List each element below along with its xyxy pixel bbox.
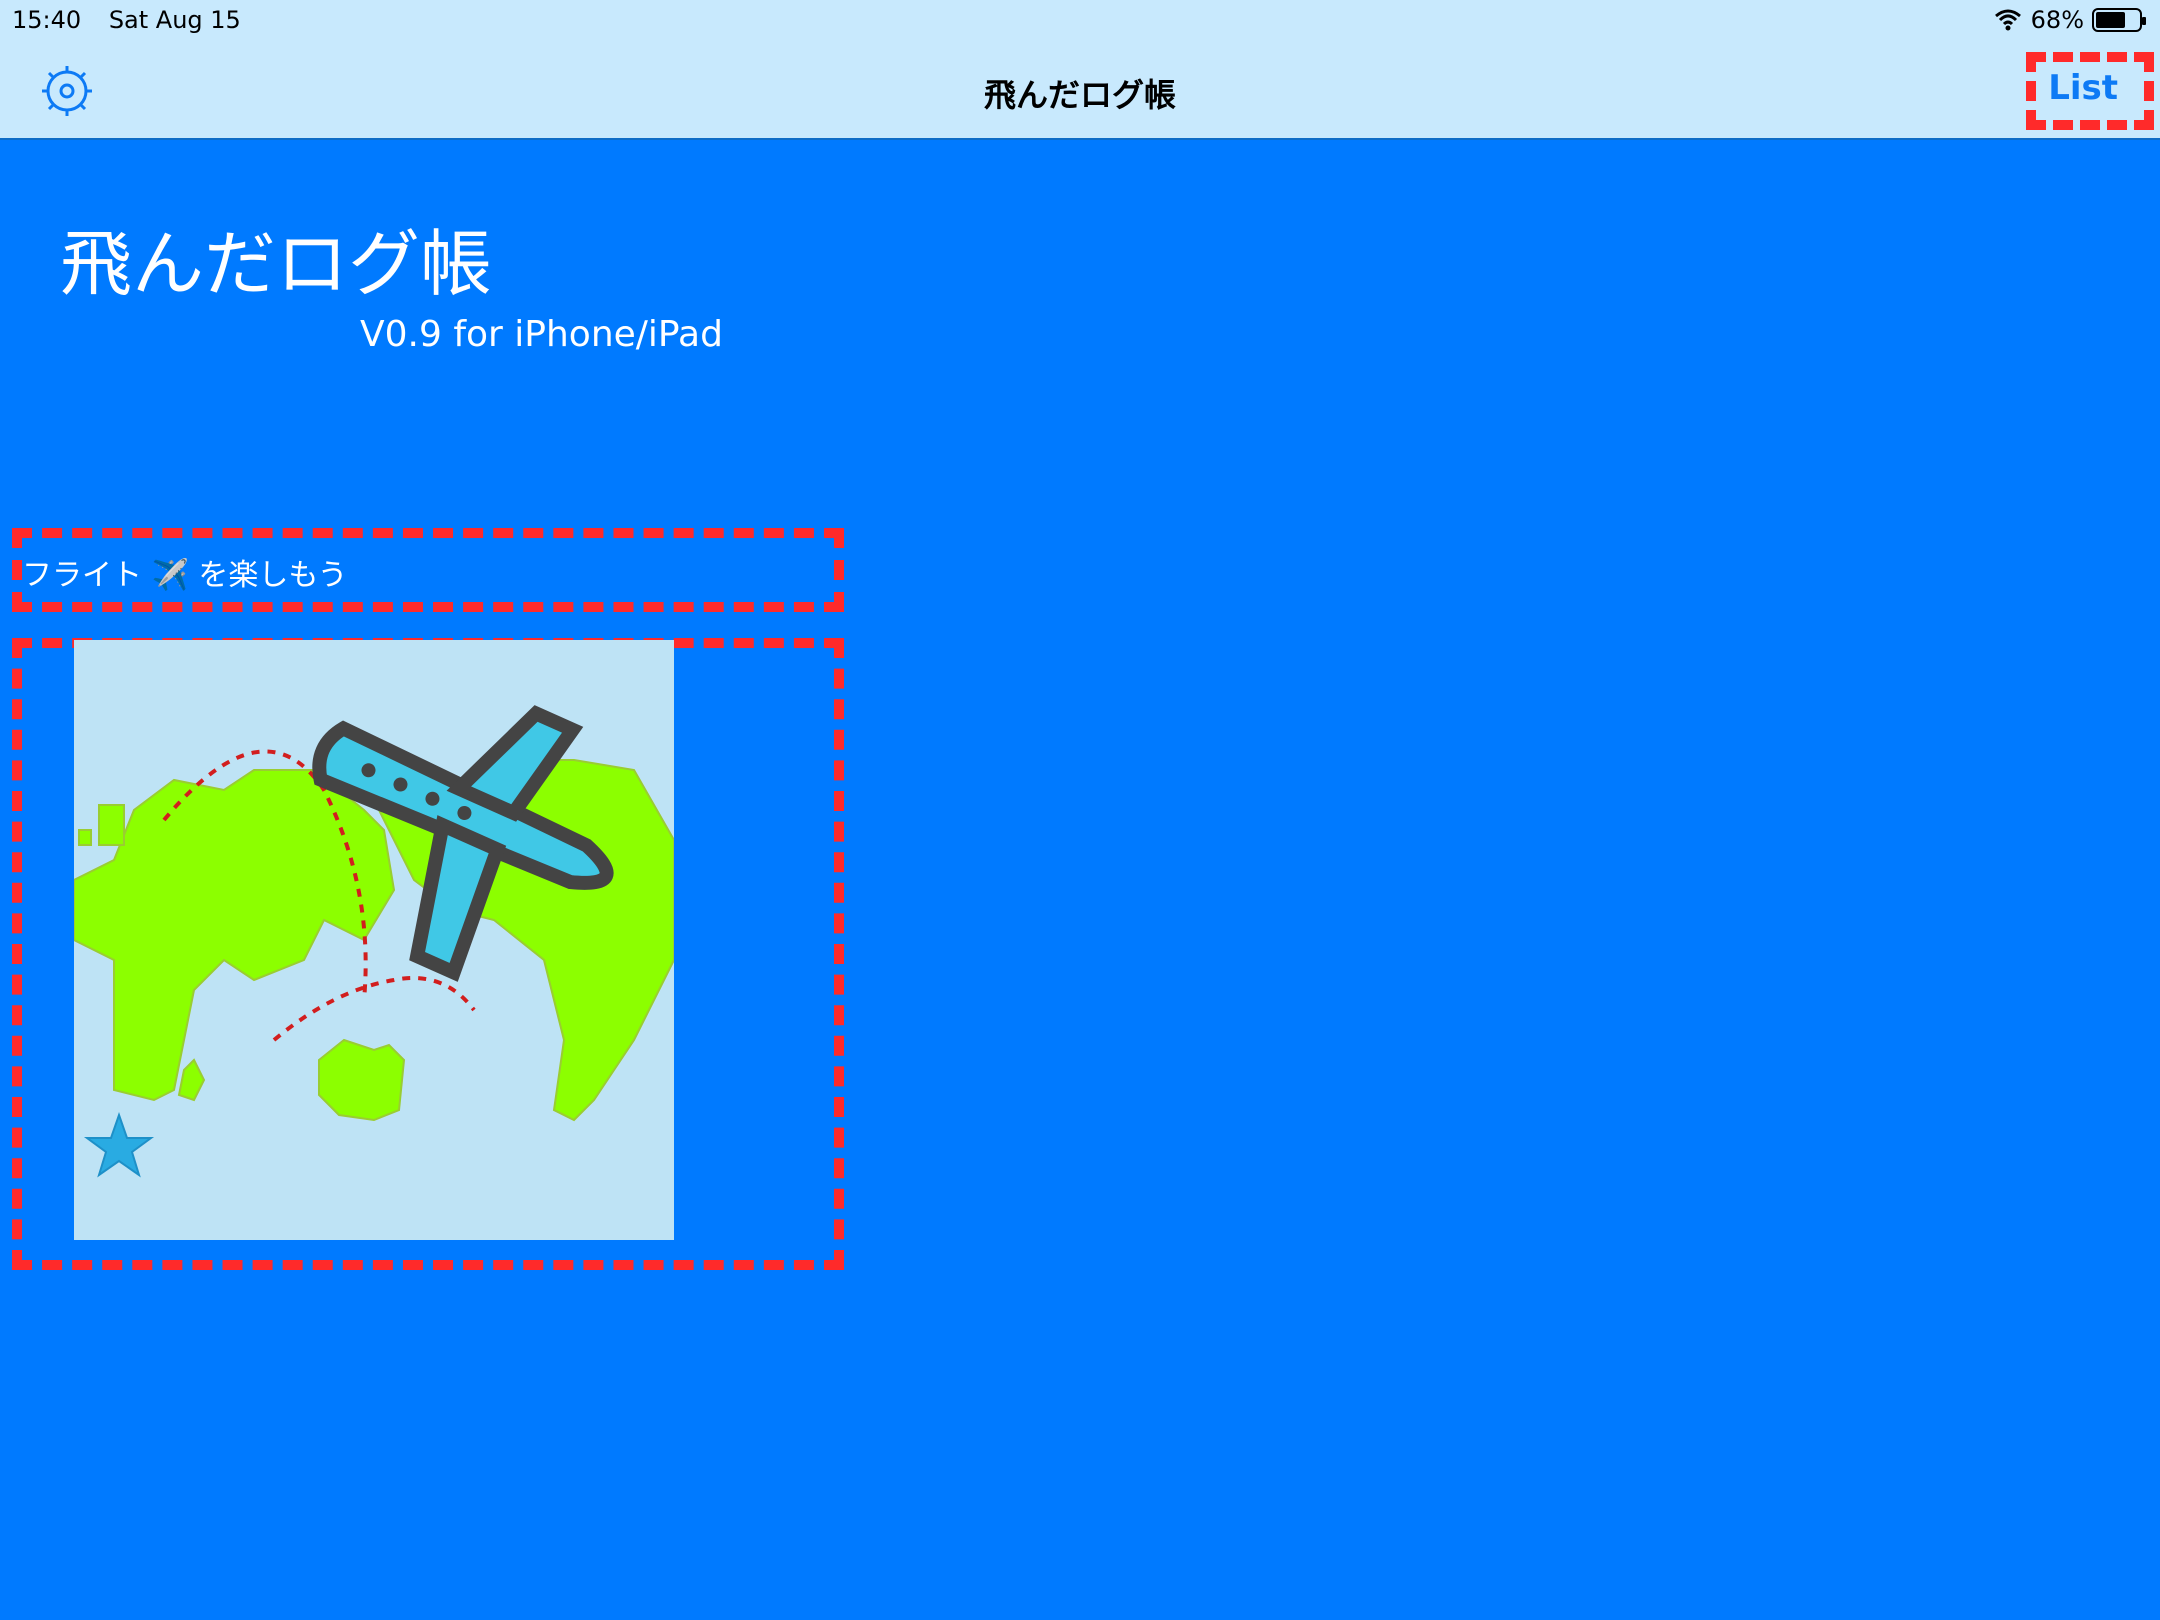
battery-fill xyxy=(2096,12,2125,28)
tagline-text: フライト ✈️ を楽しもう xyxy=(22,558,348,593)
list-highlight-box xyxy=(2026,52,2154,130)
status-right: 68% xyxy=(1993,6,2146,34)
status-bar: 15:40 Sat Aug 15 68% xyxy=(0,0,2160,40)
status-date: Sat Aug 15 xyxy=(108,6,241,34)
nav-bar: 飛んだログ帳 List xyxy=(0,40,2160,140)
battery-percent: 68% xyxy=(2030,6,2084,34)
app-title: 飛んだログ帳 xyxy=(60,222,493,306)
battery-icon xyxy=(2092,8,2146,32)
status-time: 15:40 xyxy=(12,6,82,34)
wifi-icon xyxy=(1993,8,2023,32)
nav-title: 飛んだログ帳 xyxy=(983,76,1176,114)
version-text: V0.9 for iPhone/iPad xyxy=(360,314,723,355)
world-map-airplane-icon[interactable] xyxy=(74,640,674,1240)
status-left: 15:40 Sat Aug 15 xyxy=(12,6,261,34)
